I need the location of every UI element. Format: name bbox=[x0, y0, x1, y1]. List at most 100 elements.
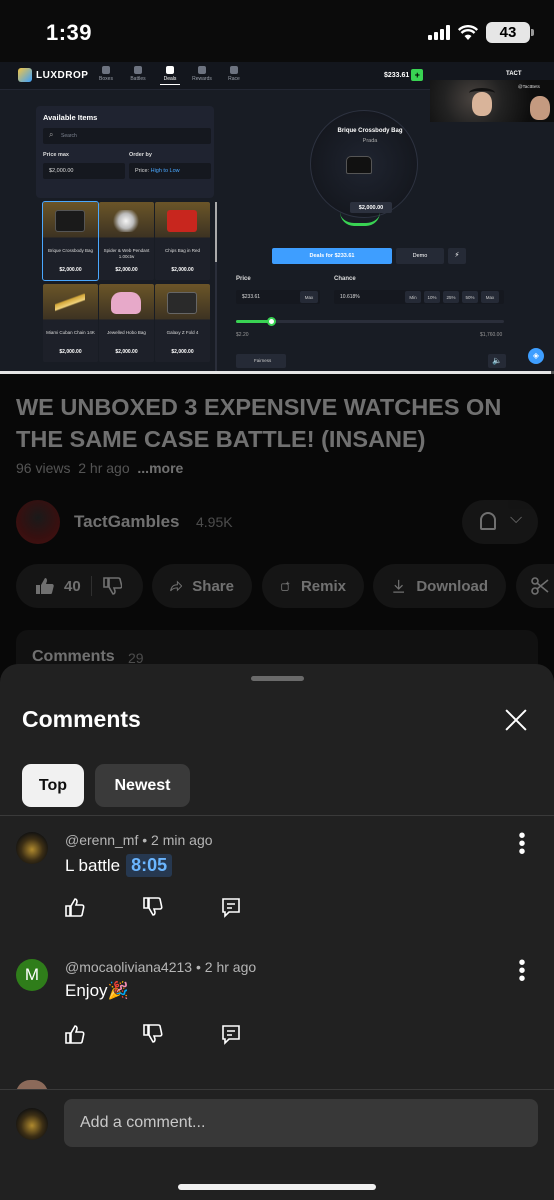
deal-price-max: Max bbox=[300, 291, 318, 303]
chevron-down-icon: ⌵ bbox=[510, 510, 523, 527]
signal-icon bbox=[428, 25, 450, 40]
item-card: Galaxy Z Fold 4 $2,000.00 bbox=[155, 284, 210, 362]
item-card: Jewelled Hobo Bag $2,000.00 bbox=[99, 284, 154, 362]
remix-button[interactable]: Remix bbox=[262, 564, 364, 608]
video-title[interactable]: WE UNBOXED 3 EXPENSIVE WATCHES ON THE SA… bbox=[16, 392, 536, 456]
comment-author[interactable]: @mocaoliviana4213 bbox=[65, 959, 192, 975]
chance-max-button: Max bbox=[481, 291, 499, 303]
item-card: Miami Cuban Chain 14K $2,000.00 bbox=[43, 284, 98, 362]
site-brand: LUXDROP bbox=[36, 69, 89, 81]
chance-50-button: 50% bbox=[462, 291, 478, 303]
chance-label: Chance bbox=[334, 276, 356, 282]
range-max-label: $1,760.00 bbox=[480, 332, 503, 338]
share-icon bbox=[170, 580, 183, 592]
subscriber-count: 4.95K bbox=[196, 514, 233, 530]
status-time: 1:39 bbox=[46, 20, 93, 45]
comment-time: 2 hr ago bbox=[204, 959, 257, 975]
site-nav-battles: Battles bbox=[126, 66, 150, 85]
items-scrollbar bbox=[215, 202, 217, 372]
item-image bbox=[167, 292, 197, 314]
deal-item-brand: Prada bbox=[362, 138, 378, 144]
order-by-field: Price: High to Low bbox=[129, 163, 211, 179]
avatar[interactable]: M bbox=[16, 959, 48, 991]
reply-icon[interactable] bbox=[220, 1023, 242, 1045]
item-card: Brique Crossbody Bag $2,000.00 bbox=[42, 201, 99, 281]
logo-icon bbox=[18, 68, 32, 82]
item-image bbox=[111, 292, 141, 314]
tab-newest[interactable]: Newest bbox=[95, 764, 190, 807]
scissors-icon bbox=[531, 577, 549, 595]
site-username: TACT bbox=[506, 71, 522, 77]
deals-button: Deals for $233.61 bbox=[272, 248, 392, 264]
more-icon[interactable]: • • • bbox=[516, 826, 528, 862]
pill-divider bbox=[90, 576, 92, 596]
site-nav-deals: Deals bbox=[158, 66, 182, 85]
close-icon[interactable] bbox=[504, 708, 528, 732]
order-by-label: Order by bbox=[129, 152, 152, 158]
like-icon[interactable] bbox=[64, 896, 86, 918]
dislike-icon[interactable] bbox=[142, 896, 164, 918]
home-indicator[interactable] bbox=[178, 1184, 376, 1190]
like-icon[interactable] bbox=[34, 576, 54, 596]
price-max-label: Price max bbox=[43, 152, 69, 158]
headphones-icon bbox=[469, 88, 495, 98]
site-nav-tabs: Boxes Battles Deals Rewards Race bbox=[94, 66, 246, 85]
item-card: Chips Bag in Red $2,000.00 bbox=[155, 202, 210, 280]
download-button[interactable]: Download bbox=[373, 564, 506, 608]
fairness-button: Fairness bbox=[236, 354, 286, 368]
channel-avatar[interactable] bbox=[16, 500, 60, 544]
deal-chance-arc bbox=[340, 212, 380, 226]
available-items-title: Available Items bbox=[43, 113, 98, 122]
deposit-plus-icon: + bbox=[411, 69, 424, 81]
more-icon[interactable]: • • • bbox=[516, 953, 528, 989]
comment-time: 2 min ago bbox=[151, 832, 213, 848]
price-range-slider bbox=[236, 317, 504, 326]
item-image bbox=[55, 292, 85, 314]
tab-top[interactable]: Top bbox=[22, 764, 84, 807]
site-nav-race: Race bbox=[222, 66, 246, 85]
like-count: 40 bbox=[64, 577, 81, 595]
comment-actions bbox=[64, 1023, 242, 1045]
cam-tag: @TactBets bbox=[518, 84, 540, 89]
item-image bbox=[111, 210, 141, 232]
comment-input[interactable] bbox=[64, 1099, 538, 1147]
item-image bbox=[167, 210, 197, 232]
deal-item-price: $2,000.00 bbox=[350, 202, 392, 213]
sound-icon: 🔈 bbox=[488, 354, 506, 368]
comment-author[interactable]: @erenn_mf bbox=[65, 832, 138, 848]
site-nav-rewards: Rewards bbox=[190, 66, 214, 85]
video-meta[interactable]: 96 views 2 hr ago ...more bbox=[16, 460, 183, 476]
clip-button[interactable] bbox=[516, 564, 554, 608]
timestamp-link[interactable]: 8:05 bbox=[126, 854, 173, 877]
items-search: Search bbox=[43, 128, 211, 144]
comment-text: L battle 8:05 bbox=[65, 854, 173, 877]
download-icon bbox=[393, 579, 405, 593]
battery-icon: 43 bbox=[486, 22, 534, 43]
reply-icon[interactable] bbox=[220, 896, 242, 918]
sheet-drag-handle[interactable] bbox=[251, 676, 304, 681]
remix-icon bbox=[281, 581, 290, 591]
item-card: Spider & Web Pendant 1.00ctw $2,000.00 bbox=[99, 202, 154, 280]
dislike-icon[interactable] bbox=[142, 1023, 164, 1045]
avatar bbox=[16, 1108, 48, 1140]
deal-price-label: Price bbox=[236, 276, 251, 282]
range-knob bbox=[266, 317, 276, 326]
site-balance: $233.61 + bbox=[384, 69, 424, 81]
video-player[interactable]: LUXDROP Boxes Battles Deals Rewards Race… bbox=[0, 62, 554, 374]
comment-header: @erenn_mf • 2 min ago bbox=[65, 832, 213, 848]
site-logo: LUXDROP bbox=[18, 68, 88, 82]
site-nav-boxes: Boxes bbox=[94, 66, 118, 85]
notifications-button[interactable]: ⌵ bbox=[462, 500, 538, 544]
avatar[interactable] bbox=[16, 832, 48, 864]
comment-header: @mocaoliviana4213 • 2 hr ago bbox=[65, 959, 257, 975]
like-icon[interactable] bbox=[64, 1023, 86, 1045]
chat-fab-icon: ◈ bbox=[528, 348, 544, 364]
dislike-icon[interactable] bbox=[102, 576, 122, 596]
demo-button: Demo bbox=[396, 248, 444, 264]
chance-25-button: 25% bbox=[443, 291, 459, 303]
quick-spin-icon: ⚡ bbox=[448, 248, 466, 264]
comments-title: Comments bbox=[22, 706, 141, 732]
share-button[interactable]: Share bbox=[152, 564, 252, 608]
like-dislike-button[interactable]: 40 bbox=[16, 564, 143, 608]
channel-name[interactable]: TactGambles bbox=[74, 512, 180, 532]
